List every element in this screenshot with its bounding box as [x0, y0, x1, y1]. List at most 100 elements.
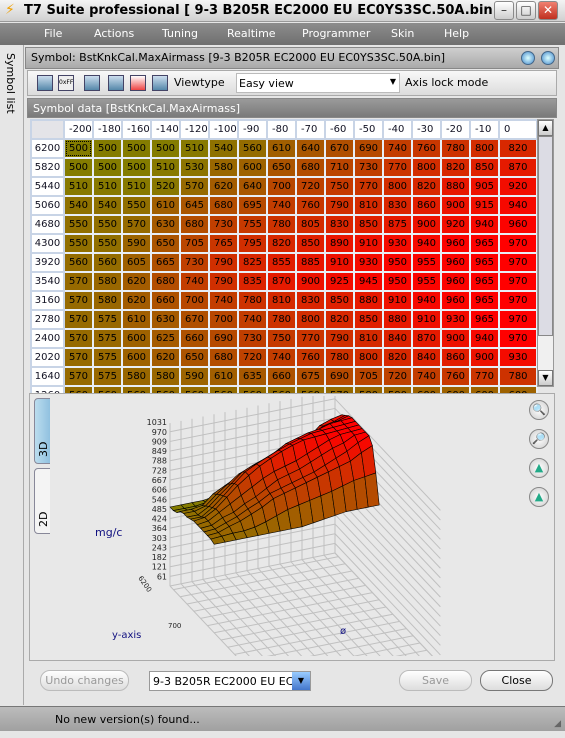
table-cell[interactable]: 825	[237, 252, 268, 273]
table-cell[interactable]: 590	[179, 366, 210, 387]
table-cell[interactable]: 970	[498, 328, 538, 349]
table-cell[interactable]: 780	[324, 347, 355, 368]
table-cell[interactable]: 570	[63, 328, 94, 349]
table-cell[interactable]: 720	[237, 347, 268, 368]
table-cell[interactable]: 560	[92, 252, 123, 273]
table-cell[interactable]: 550	[63, 214, 94, 235]
table-cell[interactable]: 835	[237, 271, 268, 292]
table-cell[interactable]: 500	[63, 157, 94, 178]
chevron-down-icon[interactable]: ▼	[292, 672, 310, 690]
table-cell[interactable]: 580	[92, 290, 123, 311]
table-cell[interactable]: 510	[63, 176, 94, 197]
close-window-button[interactable]: ✕	[538, 1, 558, 20]
table-cell[interactable]: 790	[324, 328, 355, 349]
table-scrollbar[interactable]: ▲ ▼	[537, 119, 554, 387]
table-cell[interactable]: 680	[179, 214, 210, 235]
table-cell[interactable]: 760	[295, 195, 326, 216]
table-cell[interactable]: 945	[353, 271, 384, 292]
menu-help[interactable]: Help	[444, 27, 469, 40]
table-cell[interactable]: 870	[266, 271, 297, 292]
table-cell[interactable]: 680	[208, 195, 239, 216]
table-cell[interactable]: 630	[150, 309, 181, 330]
table-cell[interactable]: 750	[266, 328, 297, 349]
table-cell[interactable]: 670	[179, 309, 210, 330]
table-cell[interactable]: 800	[469, 138, 500, 159]
table-cell[interactable]: 920	[440, 214, 471, 235]
hex-toggle-icon[interactable]: 0xFF	[58, 75, 74, 91]
table-cell[interactable]: 740	[266, 347, 297, 368]
table-cell[interactable]: 650	[179, 347, 210, 368]
table-cell[interactable]: 795	[237, 233, 268, 254]
table-cell[interactable]: 730	[179, 252, 210, 273]
table-cell[interactable]: 645	[179, 195, 210, 216]
table-cell[interactable]: 710	[324, 157, 355, 178]
table-cell[interactable]: 570	[121, 214, 152, 235]
table-cell[interactable]: 740	[208, 290, 239, 311]
table-cell[interactable]: 960	[440, 233, 471, 254]
table-cell[interactable]: 510	[179, 138, 210, 159]
table-cell[interactable]: 740	[237, 309, 268, 330]
table-cell[interactable]: 740	[382, 138, 413, 159]
axis-lock-mode[interactable]: Axis lock mode	[405, 76, 488, 89]
table-cell[interactable]: 690	[353, 138, 384, 159]
table-cell[interactable]: 705	[179, 233, 210, 254]
table-cell[interactable]: 960	[440, 290, 471, 311]
table-cell[interactable]: 930	[440, 309, 471, 330]
table-cell[interactable]: 670	[324, 138, 355, 159]
table-cell[interactable]: 770	[469, 366, 500, 387]
table-cell[interactable]: 810	[353, 195, 384, 216]
table-cell[interactable]: 570	[63, 290, 94, 311]
table-cell[interactable]: 920	[498, 176, 538, 197]
table-cell[interactable]: 970	[498, 233, 538, 254]
table-cell[interactable]: 925	[324, 271, 355, 292]
table-cell[interactable]: 660	[266, 366, 297, 387]
table-cell[interactable]: 575	[92, 347, 123, 368]
table-cell[interactable]: 940	[469, 214, 500, 235]
table-cell[interactable]: 800	[295, 309, 326, 330]
menu-tuning[interactable]: Tuning	[162, 27, 198, 40]
table-cell[interactable]: 880	[382, 309, 413, 330]
minimize-button[interactable]: –	[494, 1, 514, 20]
table-cell[interactable]: 635	[237, 366, 268, 387]
table-cell[interactable]: 880	[440, 176, 471, 197]
table-cell[interactable]: 950	[382, 271, 413, 292]
table-cell[interactable]: 625	[150, 328, 181, 349]
table-cell[interactable]: 910	[411, 309, 442, 330]
compare-icon[interactable]	[130, 75, 146, 91]
table-cell[interactable]: 940	[411, 233, 442, 254]
table-cell[interactable]: 800	[411, 157, 442, 178]
maximize-button[interactable]: □	[516, 1, 536, 20]
table-cell[interactable]: 820	[324, 309, 355, 330]
table-cell[interactable]: 820	[266, 233, 297, 254]
table-cell[interactable]: 770	[382, 157, 413, 178]
table-cell[interactable]: 900	[411, 214, 442, 235]
menu-programmer[interactable]: Programmer	[302, 27, 370, 40]
table-cell[interactable]: 780	[498, 366, 538, 387]
table-cell[interactable]: 740	[411, 366, 442, 387]
table-cell[interactable]: 575	[92, 366, 123, 387]
table-cell[interactable]: 500	[121, 157, 152, 178]
table-cell[interactable]: 940	[411, 290, 442, 311]
close-symbol-icon[interactable]	[541, 51, 555, 65]
table-cell[interactable]: 820	[411, 176, 442, 197]
table-cell[interactable]: 810	[353, 328, 384, 349]
table-cell[interactable]: 520	[150, 176, 181, 197]
symbol-list-tab[interactable]: Symbol list	[0, 45, 24, 705]
close-button[interactable]: Close	[480, 670, 553, 691]
table-cell[interactable]: 780	[440, 138, 471, 159]
table-cell[interactable]: 560	[63, 252, 94, 273]
table-cell[interactable]: 695	[237, 195, 268, 216]
table-cell[interactable]: 760	[411, 138, 442, 159]
table-cell[interactable]: 500	[92, 157, 123, 178]
table-cell[interactable]: 940	[469, 328, 500, 349]
table-cell[interactable]: 575	[92, 309, 123, 330]
table-cell[interactable]: 950	[382, 252, 413, 273]
table-cell[interactable]: 870	[498, 157, 538, 178]
table-cell[interactable]: 500	[92, 138, 123, 159]
table-cell[interactable]: 610	[150, 195, 181, 216]
table-cell[interactable]: 770	[353, 176, 384, 197]
table-cell[interactable]: 810	[266, 290, 297, 311]
zoom-in-icon[interactable]: 🔍	[529, 400, 549, 420]
rotate-left-icon[interactable]: ▲	[529, 458, 549, 478]
table-cell[interactable]: 605	[121, 252, 152, 273]
